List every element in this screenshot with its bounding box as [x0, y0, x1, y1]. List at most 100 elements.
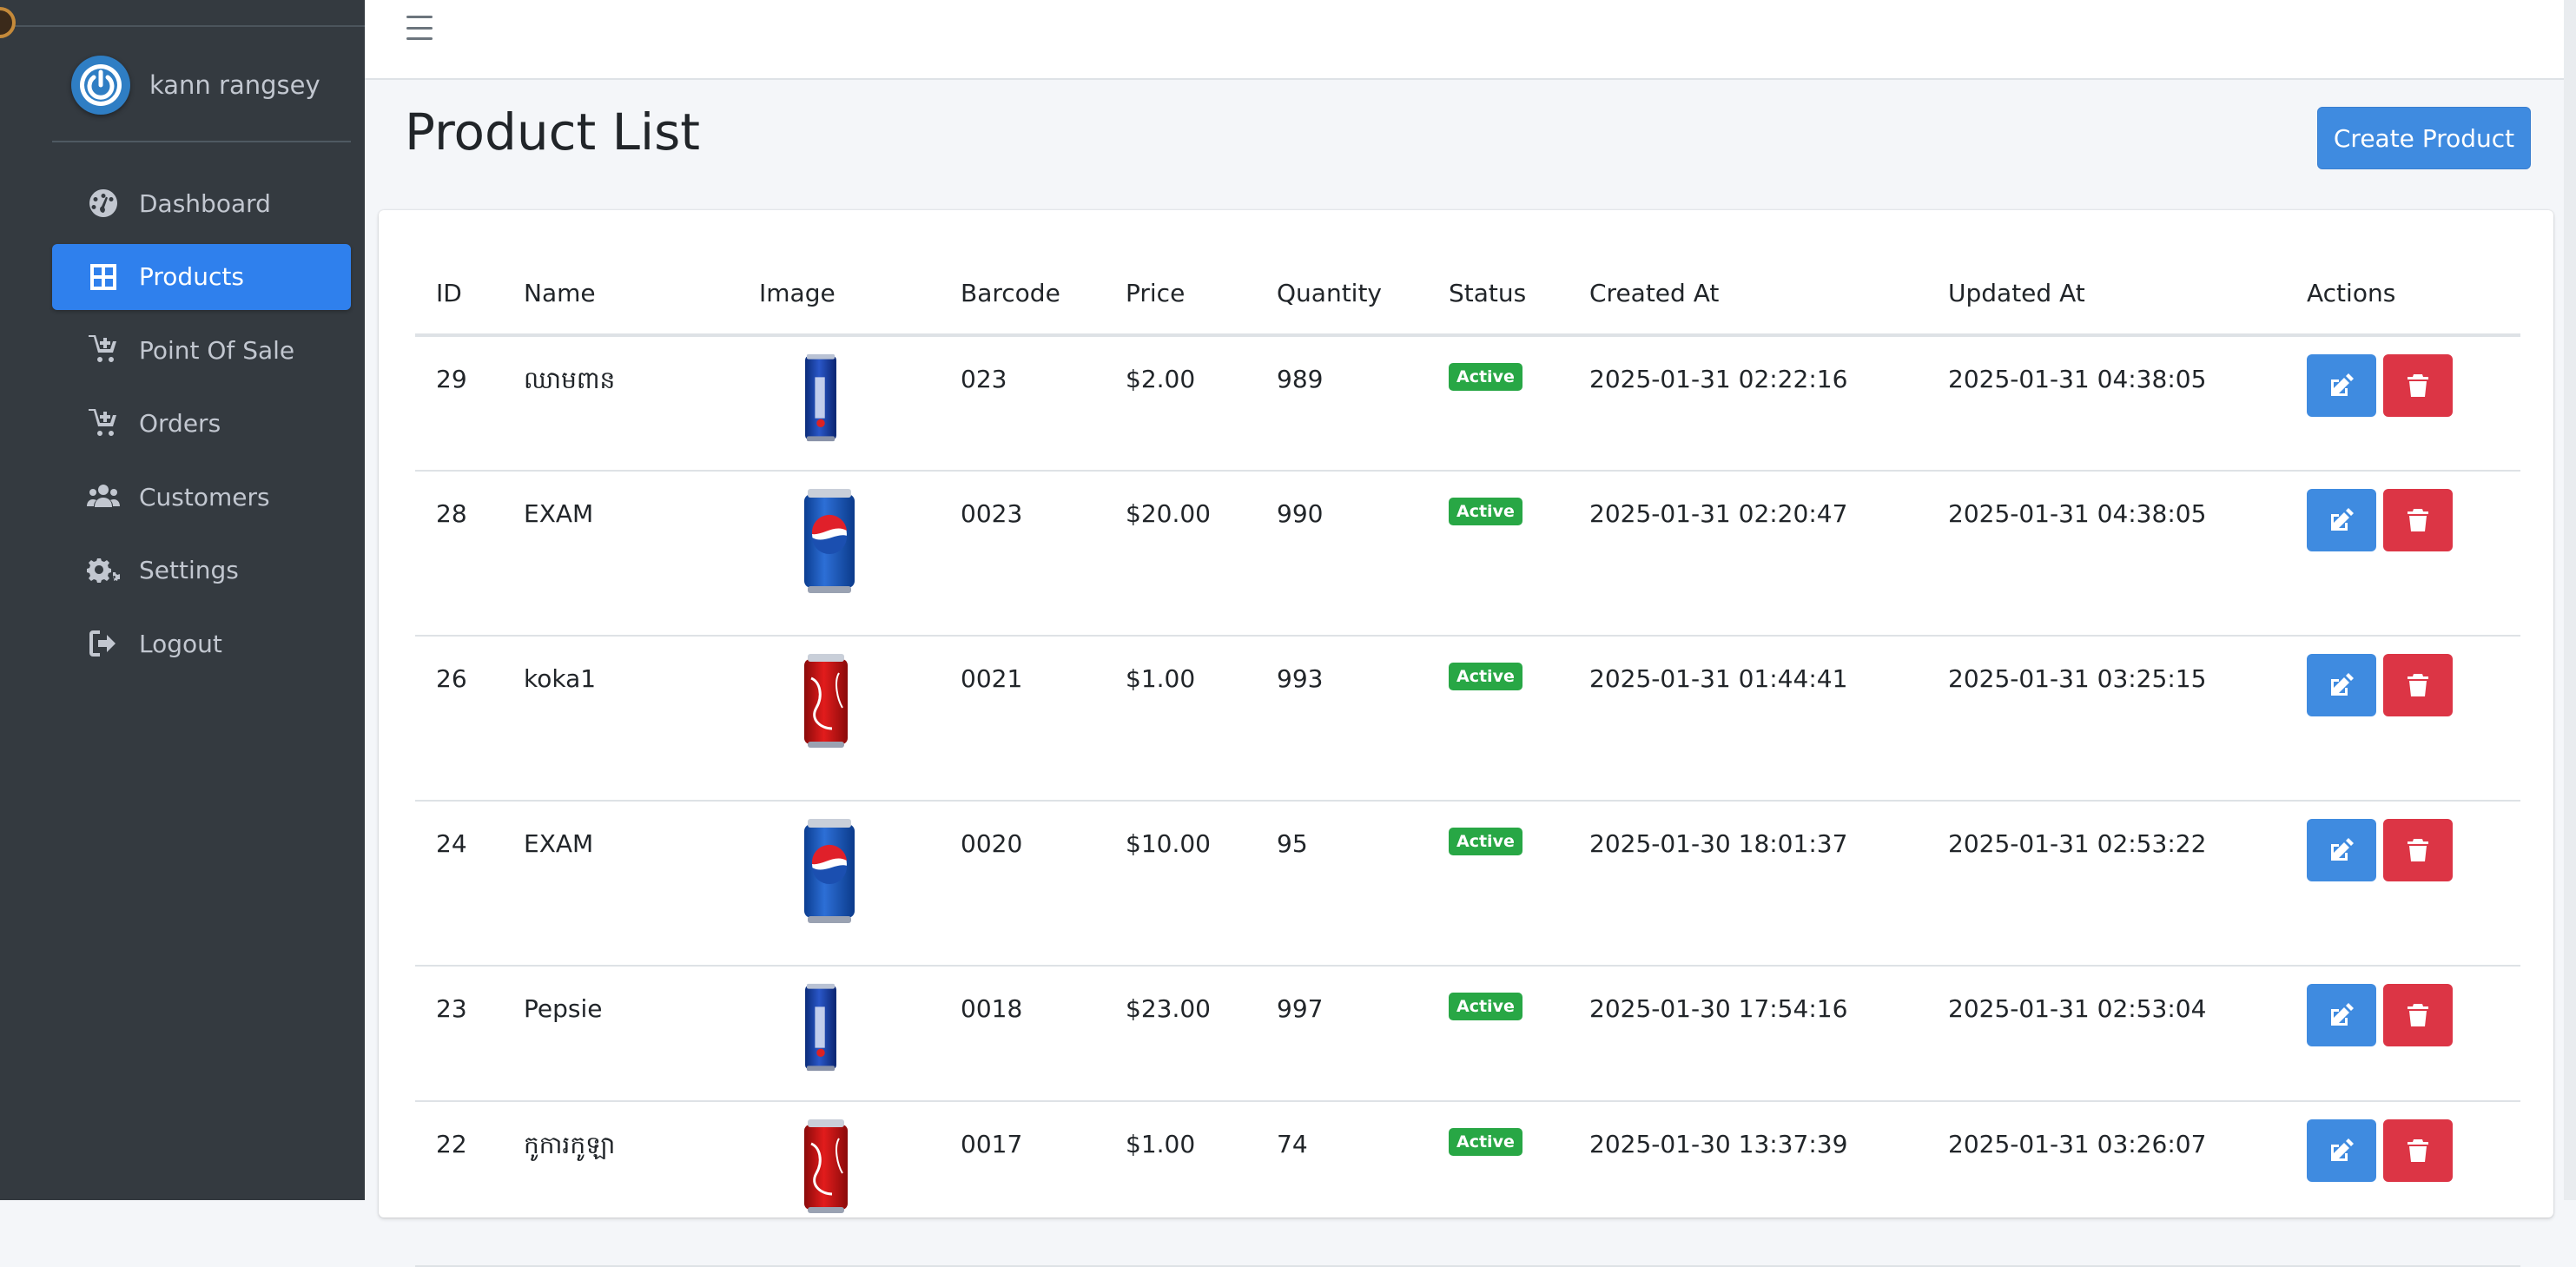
cell-quantity: 993 [1256, 636, 1428, 802]
brand-logo[interactable] [0, 7, 16, 38]
cell-barcode: 0018 [940, 966, 1105, 1102]
product-image [804, 819, 855, 923]
cell-barcode: 0023 [940, 471, 1105, 637]
status-badge: Active [1449, 498, 1522, 525]
sidebar-item-point-of-sale[interactable]: Point Of Sale [52, 317, 351, 383]
cell-actions [2286, 636, 2520, 802]
cell-quantity: 95 [1256, 801, 1428, 967]
scrollbar[interactable] [2564, 0, 2576, 1200]
sidebar: kann rangsey Dashboard Products Point Of… [0, 0, 365, 1200]
status-badge: Active [1449, 993, 1522, 1020]
product-image [805, 983, 836, 1072]
table-row[interactable]: 23 Pepsie 0018 $23.00 997 Active 2025-01… [415, 966, 2520, 1102]
column-header[interactable]: Price [1105, 252, 1256, 337]
edit-button[interactable] [2307, 984, 2376, 1046]
cell-name: កូការកូឡា [503, 1101, 738, 1267]
cell-price: $2.00 [1105, 335, 1256, 472]
delete-button[interactable] [2383, 489, 2453, 551]
cell-actions [2286, 471, 2520, 637]
sidebar-item-dashboard[interactable]: Dashboard [52, 170, 351, 236]
sidebar-item-orders[interactable]: Orders [52, 391, 351, 457]
sidebar-item-settings[interactable]: Settings [52, 538, 351, 604]
sidebar-item-label: Logout [139, 629, 222, 658]
sidebar-nav: Dashboard Products Point Of Sale Orders … [52, 170, 351, 684]
trash-icon [2408, 374, 2428, 397]
column-header[interactable]: Barcode [940, 252, 1105, 337]
cell-status: Active [1428, 966, 1569, 1102]
table-row[interactable]: 29 ឈាមពាន 023 $2.00 989 Active 2025-01-3… [415, 335, 2520, 472]
table-row[interactable]: 28 EXAM 0023 $20.00 990 Active 2025-01-3… [415, 471, 2520, 637]
delete-button[interactable] [2383, 819, 2453, 881]
delete-button[interactable] [2383, 354, 2453, 417]
cell-updated-at: 2025-01-31 04:38:05 [1927, 335, 2286, 472]
cell-name: EXAM [503, 471, 738, 637]
column-header[interactable]: Status [1428, 252, 1569, 337]
create-product-button[interactable]: Create Product [2317, 107, 2531, 169]
cell-created-at: 2025-01-30 13:37:39 [1569, 1101, 1927, 1267]
edit-button[interactable] [2307, 1119, 2376, 1182]
sidebar-item-label: Dashboard [139, 188, 271, 218]
trash-icon [2408, 1004, 2428, 1026]
cell-image [738, 1101, 940, 1267]
cell-quantity: 997 [1256, 966, 1428, 1102]
cell-actions [2286, 801, 2520, 967]
cell-image [738, 636, 940, 802]
cell-status: Active [1428, 1101, 1569, 1267]
cell-image [738, 471, 940, 637]
sidebar-item-customers[interactable]: Customers [52, 464, 351, 530]
edit-icon [2331, 1138, 2354, 1161]
cell-barcode: 023 [940, 335, 1105, 472]
column-header: Actions [2286, 252, 2520, 337]
column-header[interactable]: Image [738, 252, 940, 337]
cell-updated-at: 2025-01-31 03:26:07 [1927, 1101, 2286, 1267]
cell-id: 28 [415, 471, 503, 637]
product-image [805, 353, 836, 442]
cell-name: koka1 [503, 636, 738, 802]
delete-button[interactable] [2383, 984, 2453, 1046]
page-title: Product List [405, 102, 701, 162]
edit-button[interactable] [2307, 654, 2376, 716]
cell-price: $1.00 [1105, 636, 1256, 802]
edit-button[interactable] [2307, 354, 2376, 417]
trash-icon [2408, 1139, 2428, 1162]
cell-created-at: 2025-01-30 18:01:37 [1569, 801, 1927, 967]
cell-updated-at: 2025-01-31 04:38:05 [1927, 471, 2286, 637]
cell-barcode: 0017 [940, 1101, 1105, 1267]
edit-button[interactable] [2307, 819, 2376, 881]
cell-quantity: 74 [1256, 1101, 1428, 1267]
table-row[interactable]: 24 EXAM 0020 $10.00 95 Active 2025-01-30… [415, 801, 2520, 967]
column-header[interactable]: Name [503, 252, 738, 337]
user-name[interactable]: kann rangsey [149, 70, 320, 100]
delete-button[interactable] [2383, 654, 2453, 716]
cell-price: $23.00 [1105, 966, 1256, 1102]
cell-created-at: 2025-01-31 02:20:47 [1569, 471, 1927, 637]
product-image [804, 489, 855, 593]
column-header[interactable]: ID [415, 252, 503, 337]
sidebar-item-products[interactable]: Products [52, 243, 351, 310]
cell-status: Active [1428, 636, 1569, 802]
cell-name: ឈាមពាន [503, 335, 738, 472]
table-row[interactable]: 22 កូការកូឡា 0017 $1.00 74 Active 2025-0… [415, 1101, 2520, 1267]
sidebar-item-logout[interactable]: Logout [52, 610, 351, 676]
delete-button[interactable] [2383, 1119, 2453, 1182]
status-badge: Active [1449, 663, 1522, 690]
dashboard-icon [85, 188, 122, 219]
cell-status: Active [1428, 335, 1569, 472]
menu-toggle-icon[interactable] [406, 16, 433, 40]
column-header[interactable]: Updated At [1927, 252, 2286, 337]
power-icon [71, 56, 130, 115]
edit-button[interactable] [2307, 489, 2376, 551]
edit-icon [2331, 508, 2354, 531]
trash-icon [2408, 839, 2428, 861]
coca-cola-can-image [801, 654, 851, 756]
cell-quantity: 990 [1256, 471, 1428, 637]
cell-id: 29 [415, 335, 503, 472]
cell-actions [2286, 335, 2520, 472]
product-table: ID Name Image Barcode Price Quantity Sta… [415, 252, 2520, 1267]
column-header[interactable]: Quantity [1256, 252, 1428, 337]
product-image [804, 654, 848, 748]
user-panel[interactable]: kann rangsey [71, 54, 320, 116]
blue-slim-can-image [801, 983, 841, 1079]
table-row[interactable]: 26 koka1 0021 $1.00 993 Active 2025-01-3… [415, 636, 2520, 802]
column-header[interactable]: Created At [1569, 252, 1927, 337]
